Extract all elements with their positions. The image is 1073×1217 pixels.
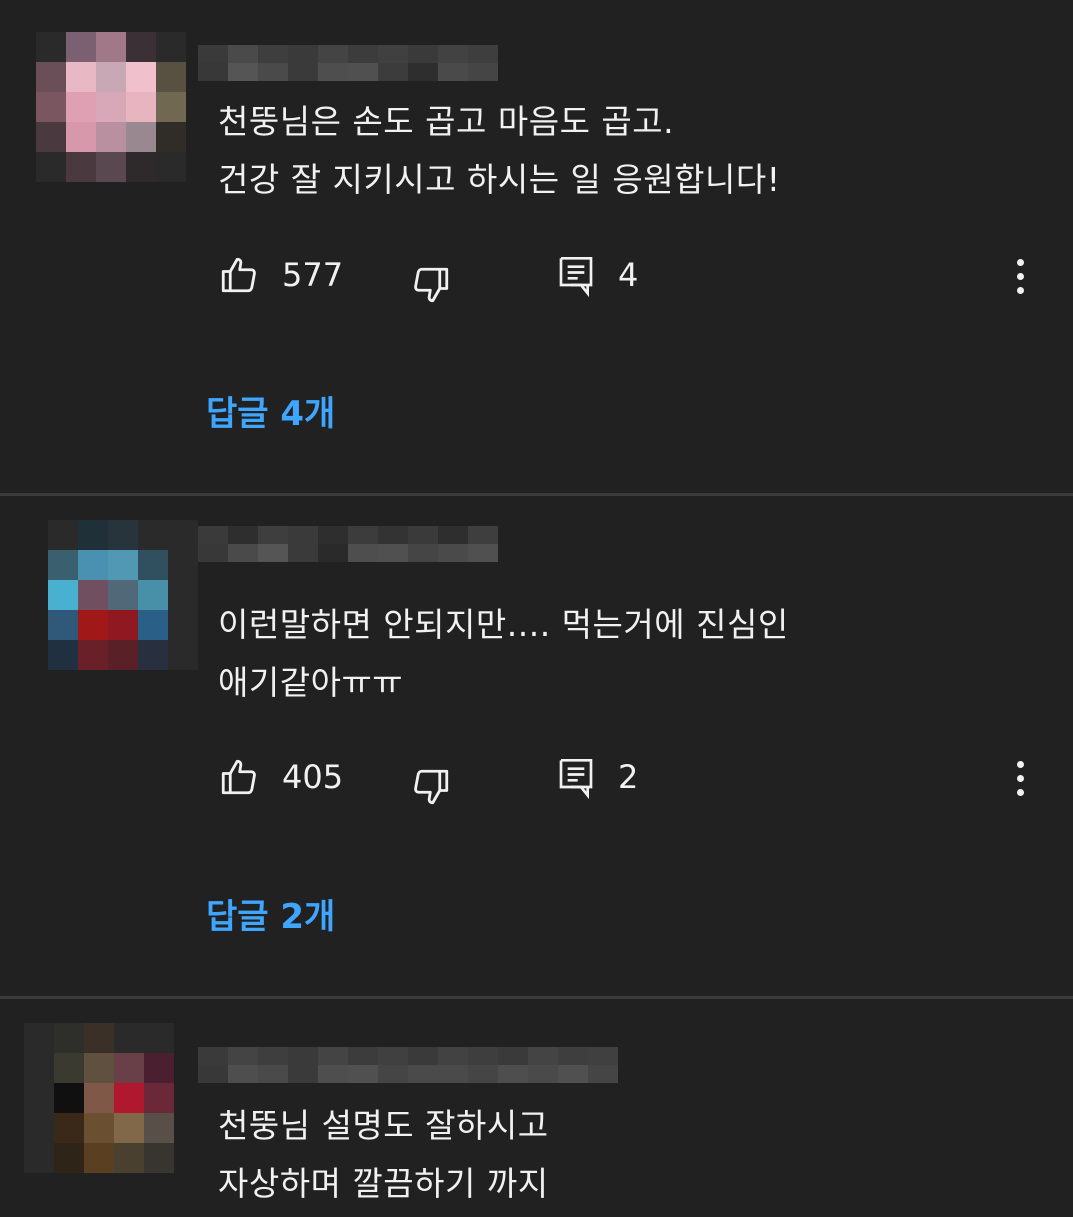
like-count: 577 <box>282 256 344 294</box>
comment-thread: 천뚱님은 손도 곱고 마음도 곱고. 건강 잘 지키시고 하시는 일 응원합니다… <box>0 0 1073 495</box>
comment-icon <box>559 257 593 297</box>
comment-text: 천뚱님 설명도 잘하시고 자상하며 깔끔하기 까지 <box>218 1106 549 1203</box>
avatar[interactable] <box>24 1023 174 1173</box>
thumb-down-icon <box>414 769 449 805</box>
avatar[interactable] <box>48 520 198 670</box>
more-options-button[interactable] <box>1000 758 1040 798</box>
more-vert-icon <box>1016 760 1024 768</box>
comment-text: 이런말하면 안되지만.... 먹는거에 진심인 애기같아ㅠㅠ <box>218 605 789 702</box>
username-blurred[interactable] <box>198 526 498 562</box>
reply-count: 4 <box>618 256 639 294</box>
more-vert-icon <box>1016 258 1024 266</box>
reply-count: 2 <box>618 758 639 796</box>
more-options-button[interactable] <box>1000 256 1040 296</box>
like-count: 405 <box>282 758 344 796</box>
like-button[interactable]: 577 <box>218 250 343 300</box>
like-button[interactable]: 405 <box>218 752 343 802</box>
comment-text: 천뚱님은 손도 곱고 마음도 곱고. 건강 잘 지키시고 하시는 일 응원합니다… <box>218 102 781 199</box>
username-blurred[interactable] <box>198 45 498 81</box>
dislike-button[interactable] <box>410 260 452 310</box>
comment-actions: 577 4 <box>218 250 1058 303</box>
reply-button[interactable]: 4 <box>556 250 638 300</box>
thumb-up-icon <box>221 257 256 293</box>
comment-icon <box>559 759 593 799</box>
thumb-up-icon <box>221 759 256 795</box>
view-replies-link[interactable]: 답글 2개 <box>206 889 335 938</box>
dislike-button[interactable] <box>410 762 452 812</box>
comment-actions: 405 2 <box>218 752 1058 805</box>
username-blurred[interactable] <box>198 1047 618 1083</box>
avatar[interactable] <box>36 32 186 182</box>
reply-button[interactable]: 2 <box>556 752 638 802</box>
thumb-down-icon <box>414 267 449 303</box>
view-replies-link[interactable]: 답글 4개 <box>206 386 335 435</box>
comment-thread: 천뚱님 설명도 잘하시고 자상하며 깔끔하기 까지 <box>0 999 1073 1217</box>
comment-thread: 이런말하면 안되지만.... 먹는거에 진심인 애기같아ㅠㅠ 405 2 답글 … <box>0 496 1073 996</box>
